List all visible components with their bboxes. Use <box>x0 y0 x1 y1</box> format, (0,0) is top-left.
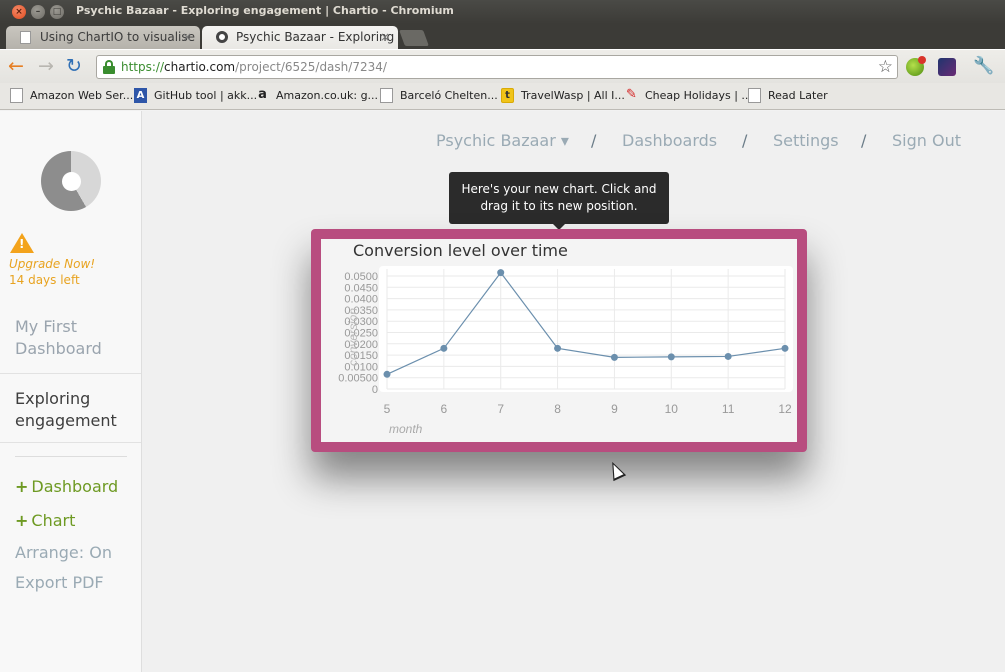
github-icon: A <box>134 88 147 103</box>
sidebar-item-my-first-dashboard[interactable]: My First Dashboard <box>0 316 141 372</box>
project-dropdown[interactable]: Psychic Bazaar ▾ <box>436 131 569 150</box>
document-icon <box>748 88 761 103</box>
data-point <box>497 269 505 277</box>
arrange-toggle[interactable]: Arrange: On <box>15 543 112 562</box>
export-pdf-button[interactable]: Export PDF <box>15 573 104 592</box>
new-tab-button[interactable] <box>399 30 429 46</box>
nav-settings-link[interactable]: Settings <box>773 131 839 150</box>
data-point <box>781 344 789 352</box>
y-tick-label: 0.0400 <box>344 294 378 306</box>
chart-card[interactable]: 0.0500 0.0450 0.0400 0.0350 0.0300 0.0250 0.02… <box>311 229 807 452</box>
browser-toolbar: ← → ↻ https://chartio.com/project/6525/d… <box>0 49 1005 83</box>
forward-arrow-icon[interactable]: → <box>38 57 54 76</box>
warning-icon: ! <box>10 233 34 253</box>
data-point <box>610 353 618 361</box>
x-tick-label: 10 <box>665 402 679 416</box>
data-point <box>554 344 562 352</box>
window-maximize-button[interactable]: □ <box>50 5 64 19</box>
chartio-page: ! Upgrade Now! 14 days left My First Das… <box>0 111 1005 672</box>
plot-area <box>379 266 793 392</box>
chartio-icon <box>216 31 228 43</box>
y-tick-label: 0.00500 <box>338 373 378 385</box>
x-tick-label: 8 <box>554 402 561 416</box>
tab-psychic-bazaar[interactable]: Psychic Bazaar - Exploring × <box>202 26 398 49</box>
window-titlebar: × – □ Psychic Bazaar - Exploring engagem… <box>0 0 1005 24</box>
plus-icon: + <box>15 477 29 496</box>
plus-icon: + <box>15 511 29 530</box>
bookmark-star-icon[interactable]: ☆ <box>878 57 893 77</box>
amazon-icon: a <box>258 87 267 102</box>
x-tick-label: 11 <box>722 402 735 416</box>
y-tick-label: 0.0450 <box>344 282 378 294</box>
trial-days-left: 14 days left <box>9 273 80 287</box>
tab-close-icon[interactable]: × <box>182 26 192 48</box>
document-icon <box>380 88 393 103</box>
line-chart: 0.05000.04500.04000.03500.03000.02500.02… <box>338 266 793 436</box>
reload-icon[interactable]: ↻ <box>66 57 82 76</box>
bookmark-read-later[interactable]: Read Later <box>748 88 828 106</box>
tab-label: Psychic Bazaar - Exploring <box>236 30 395 44</box>
url-text[interactable]: https://chartio.com/project/6525/dash/72… <box>121 60 387 74</box>
bookmark-cheap-holidays[interactable]: ✎ Cheap Holidays | ... <box>625 88 752 106</box>
x-axis-label: month <box>389 422 423 436</box>
extension-apple-icon[interactable] <box>906 56 926 76</box>
bookmark-github-tool[interactable]: A GitHub tool | akk... <box>134 88 257 106</box>
chart-title: Conversion level over time <box>353 241 568 260</box>
address-bar[interactable]: https://chartio.com/project/6525/dash/72… <box>96 55 898 79</box>
tab-chartio-blog[interactable]: Using ChartIO to visualise × <box>6 26 200 49</box>
y-tick-label: 0 <box>372 384 378 396</box>
bookmark-amazon-web-services[interactable]: Amazon Web Ser... <box>10 88 133 106</box>
tab-strip: Using ChartIO to visualise × Psychic Baz… <box>0 24 1005 49</box>
tab-label: Using ChartIO to visualise <box>40 30 195 44</box>
data-point <box>724 352 732 360</box>
y-axis-label: conversion <box>346 308 360 366</box>
data-point <box>440 344 448 352</box>
document-icon <box>20 31 31 44</box>
sidebar-divider <box>15 456 127 457</box>
wrench-menu-icon[interactable]: 🔧 <box>973 56 994 76</box>
x-tick-label: 7 <box>497 402 504 416</box>
sidebar-item-exploring-engagement[interactable]: Exploring engagement <box>0 373 141 443</box>
y-tick-label: 0.0500 <box>344 271 378 283</box>
nav-separator: / <box>742 131 748 150</box>
add-dashboard-button[interactable]: + Dashboard <box>15 477 118 496</box>
window-close-button[interactable]: × <box>12 5 26 19</box>
lock-icon <box>103 60 115 74</box>
nav-sign-out-link[interactable]: Sign Out <box>892 131 961 150</box>
extension-globe-icon[interactable] <box>938 58 956 76</box>
nav-dashboards-link[interactable]: Dashboards <box>622 131 717 150</box>
document-icon <box>10 88 23 103</box>
travelwasp-icon: t <box>501 88 514 103</box>
new-chart-tooltip: Here's your new chart. Click and drag it… <box>449 172 669 230</box>
x-tick-label: 6 <box>441 402 448 416</box>
bookmark-amazon-uk[interactable]: a Amazon.co.uk: g... <box>256 88 378 106</box>
x-tick-label: 12 <box>778 402 792 416</box>
upgrade-link[interactable]: Upgrade Now! <box>9 257 95 271</box>
mouse-cursor-icon <box>605 458 627 482</box>
window-minimize-button[interactable]: – <box>31 5 45 19</box>
chartio-logo[interactable] <box>41 151 101 211</box>
bookmark-travelwasp[interactable]: t TravelWasp | All I... <box>501 88 625 106</box>
chart-panel: 0.0500 0.0450 0.0400 0.0350 0.0300 0.0250 0.02… <box>321 239 797 442</box>
back-arrow-icon[interactable]: ← <box>8 57 24 76</box>
x-tick-label: 5 <box>384 402 391 416</box>
sidebar: ! Upgrade Now! 14 days left My First Das… <box>0 111 142 672</box>
tab-close-icon[interactable]: × <box>380 26 390 48</box>
data-point <box>383 370 391 378</box>
nav-separator: / <box>861 131 867 150</box>
x-tick-label: 9 <box>611 402 618 416</box>
window-title: Psychic Bazaar - Exploring engagement | … <box>76 4 454 17</box>
bookmark-barcelo[interactable]: Barceló Chelten... <box>380 88 498 106</box>
pin-icon: ✎ <box>626 87 637 102</box>
data-point <box>667 353 675 361</box>
add-chart-button[interactable]: + Chart <box>15 511 75 530</box>
bookmarks-bar: Amazon Web Ser... A GitHub tool | akk... … <box>0 83 1005 110</box>
nav-separator: / <box>591 131 597 150</box>
